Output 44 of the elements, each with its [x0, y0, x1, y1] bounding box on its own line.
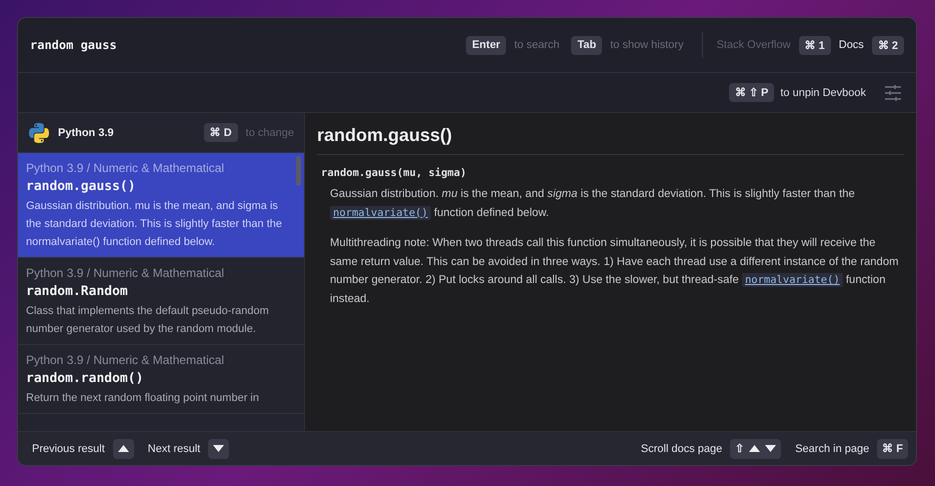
language-name: Python 3.9 [58, 126, 115, 138]
shortcut-label: Search in page [795, 442, 870, 454]
search-query-text[interactable]: random gauss [30, 38, 458, 52]
shortcut-label: Scroll docs page [640, 442, 722, 454]
result-description: Gaussian distribution. mu is the mean, and sigma is the standard deviation. This is slightly faster than the normalvariate() function defined below. [26, 199, 283, 250]
result-path: Python 3.9 / Numeric & Mathematical [26, 353, 226, 367]
key-hint: ⌘ D [204, 123, 238, 142]
result-path: Python 3.9 / Numeric & Mathematical [26, 266, 226, 280]
shortcut-label: Previous result [32, 442, 105, 454]
result-item[interactable]: Python 3.9 / Numeric & Mathematical random.Random Class that implements the default pseudo-random number generator used by the random module. [18, 258, 304, 345]
key-hint: ⌘ 1 [798, 36, 831, 54]
key-hint: Enter [466, 36, 506, 54]
result-description: Return the next random floating point number in [26, 391, 260, 406]
down-triangle-icon [213, 445, 224, 452]
key-hint: ⌘ F [877, 438, 908, 458]
key-hint: ⌘ ⇧ P [728, 83, 774, 102]
language-logo-icon [28, 122, 50, 144]
result-title: random.Random [26, 284, 129, 299]
code-link[interactable]: normalvariate() [330, 206, 431, 220]
down-triangle-icon [765, 445, 776, 452]
source-tab[interactable]: Docs [838, 39, 864, 51]
result-item[interactable]: Python 3.9 / Numeric & Mathematical random.random() Return the next random floating point number in [18, 345, 304, 414]
up-triangle-icon [749, 445, 760, 452]
result-description: Class that implements the default pseudo-random number generator used by the random module. [26, 304, 270, 337]
doc-paragraph: Gaussian distribution. mu is the mean, and sigma is the standard deviation. This is slightly faster than the normalvariate() function defined below. [330, 187, 856, 222]
unpin-hint-text: to unpin Devbook [780, 86, 866, 98]
hint-text: to change [246, 126, 294, 138]
hint-text: to search [514, 39, 560, 51]
doc-title: random.gauss() [317, 113, 904, 155]
result-item[interactable]: Python 3.9 / Numeric & Mathematical random.gauss() Gaussian distribution. mu is the mean, and sigma is the standard deviation. This is slightly faster than the normalvariate() function defined below. [18, 153, 304, 258]
scrollbar[interactable] [296, 156, 301, 186]
doc-paragraph: Multithreading note: When two threads call this function simultaneously, it is possible that they will receive the same return value. This can be avoided in three ways. 1) Have each thread use a different instance of the random number generator. 2) Put locks around all calls. 3) Use the slower, but thread-safe normalvariate() function instead. [330, 236, 900, 306]
settings-sliders-icon[interactable] [884, 84, 902, 102]
result-path: Python 3.9 / Numeric & Mathematical [26, 161, 226, 175]
key-hint: ⌘ 2 [872, 36, 904, 54]
function-signature: random.gauss(mu, sigma) [321, 167, 468, 179]
shortcut-label: Next result [148, 442, 200, 454]
up-triangle-icon [118, 445, 129, 452]
code-link[interactable]: normalvariate() [742, 273, 843, 287]
result-title: random.gauss() [26, 179, 137, 194]
key-hint: ⇧ [730, 438, 782, 458]
result-title: random.random() [26, 371, 144, 386]
hint-text: to show history [610, 39, 684, 51]
key-hint: Tab [571, 36, 602, 54]
